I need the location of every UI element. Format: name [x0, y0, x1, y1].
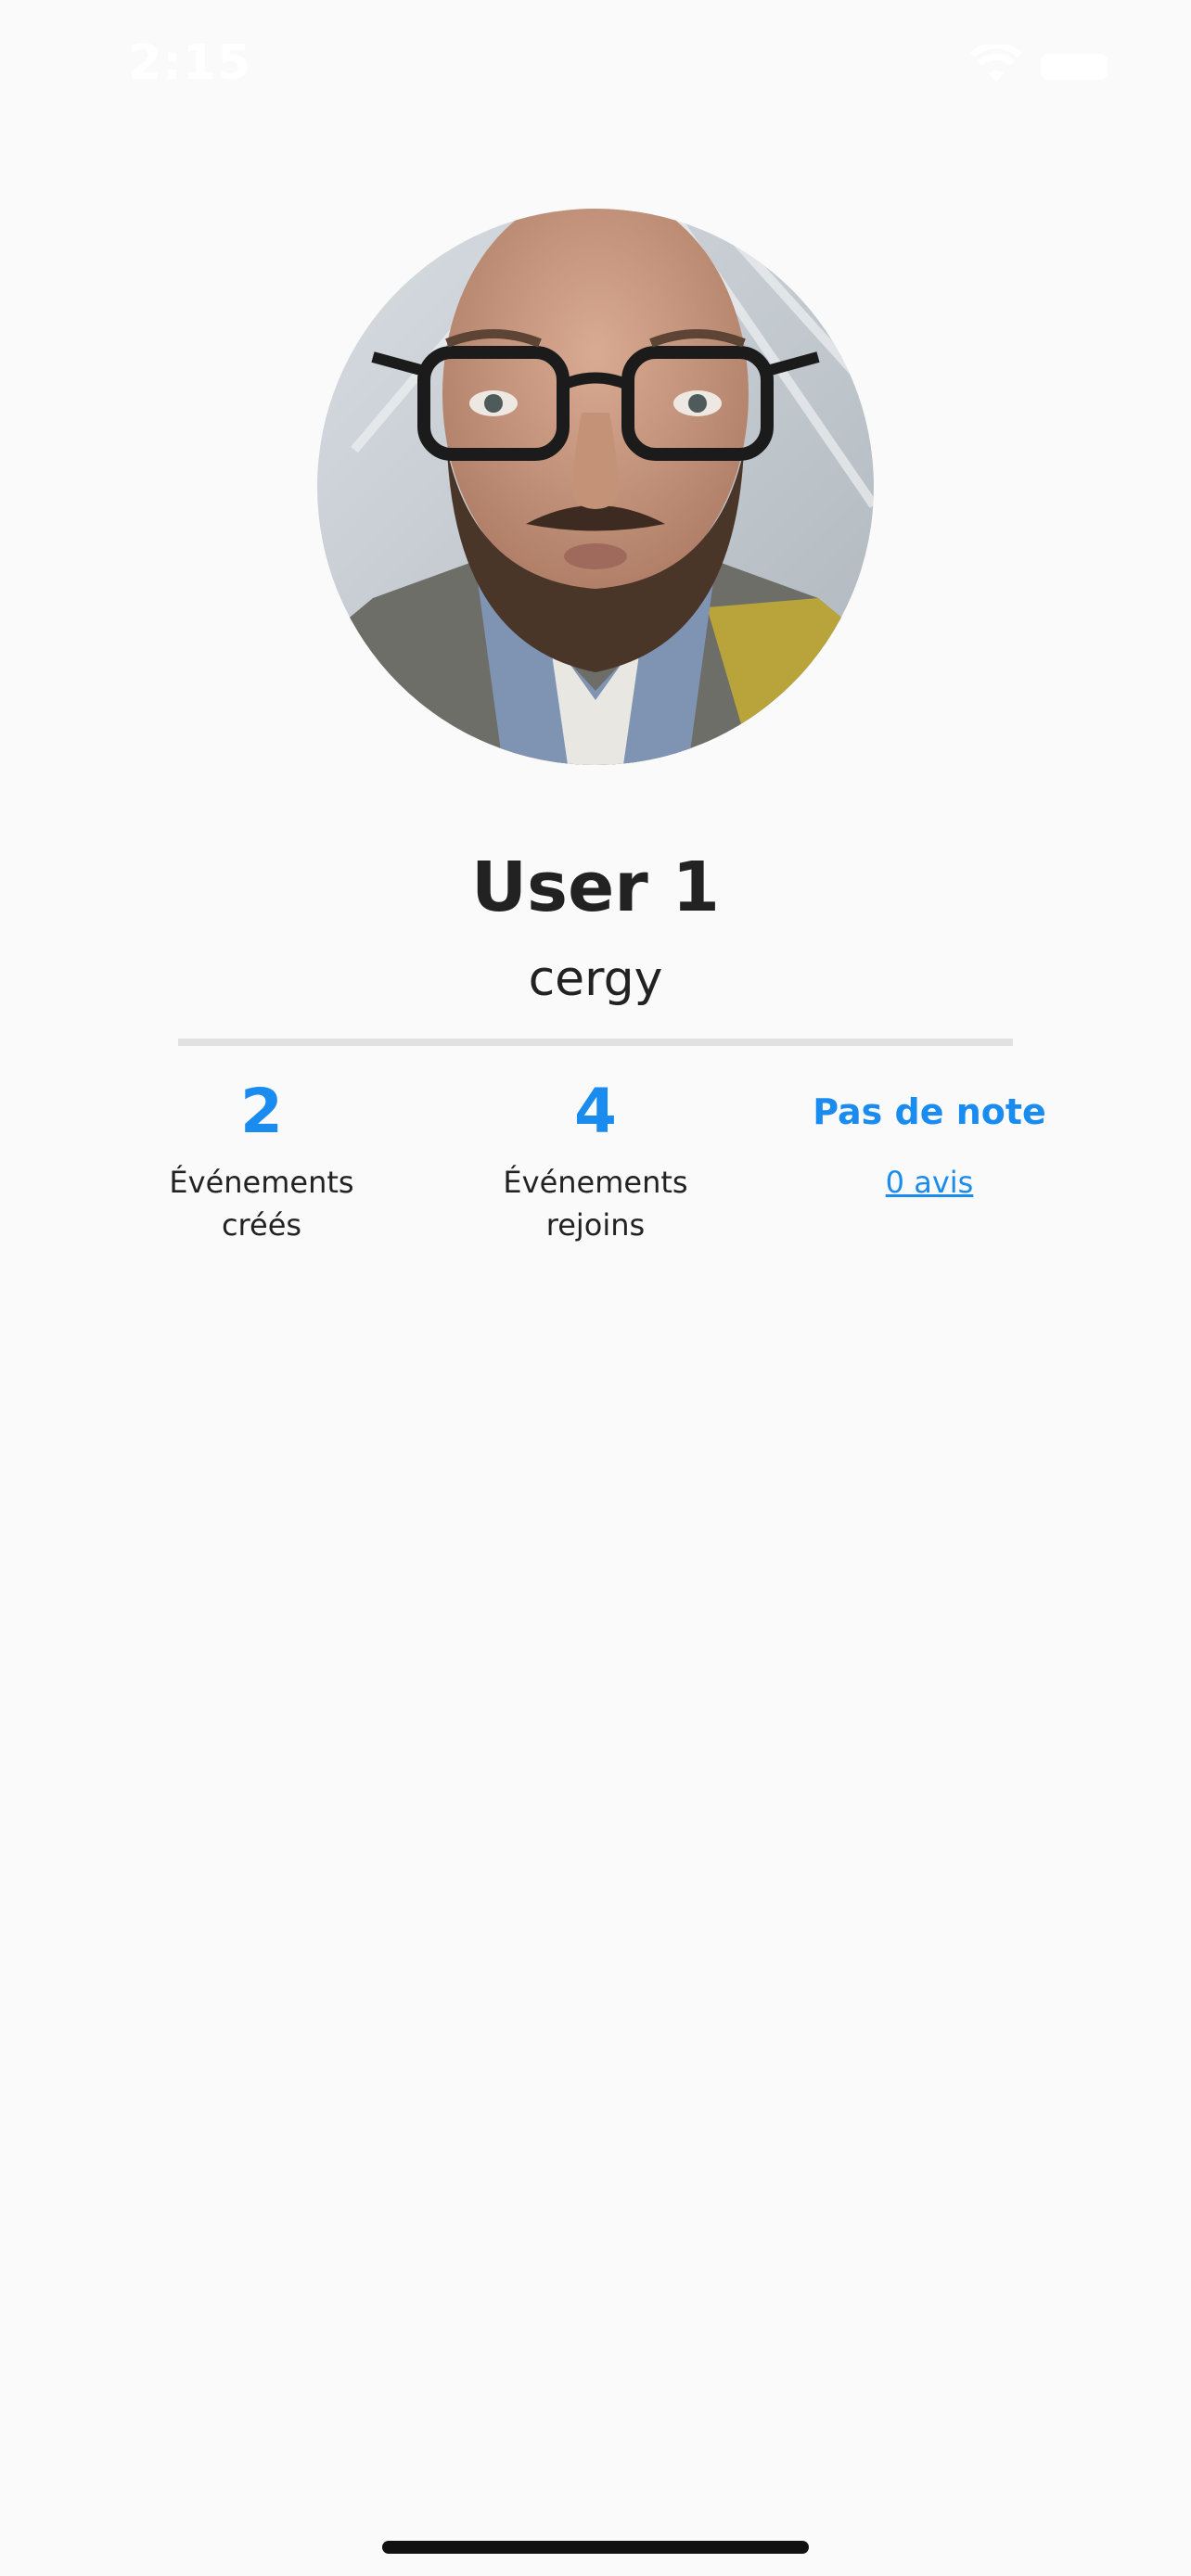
avatar-image — [317, 209, 874, 765]
rating-value: Pas de note — [813, 1091, 1046, 1132]
avatar — [317, 209, 874, 765]
wifi-icon — [970, 45, 1022, 82]
status-bar: 2:15 — [0, 0, 1191, 130]
stat-events-joined: 4 Événements rejoins — [447, 1078, 744, 1246]
reviews-link[interactable]: 0 avis — [886, 1161, 974, 1204]
home-indicator[interactable] — [382, 2541, 809, 2554]
stat-events-created: 2 Événements créés — [113, 1078, 410, 1246]
events-created-label: Événements créés — [169, 1165, 354, 1243]
events-joined-count: 4 — [574, 1076, 617, 1147]
profile-name: User 1 — [470, 848, 721, 927]
status-time: 2:15 — [128, 35, 252, 91]
events-created-count: 2 — [240, 1076, 283, 1147]
profile-city: cergy — [528, 951, 663, 1007]
stat-rating: Pas de note 0 avis — [781, 1078, 1078, 1204]
battery-icon — [1041, 54, 1108, 80]
divider — [178, 1039, 1013, 1046]
events-joined-label: Événements rejoins — [503, 1165, 688, 1243]
